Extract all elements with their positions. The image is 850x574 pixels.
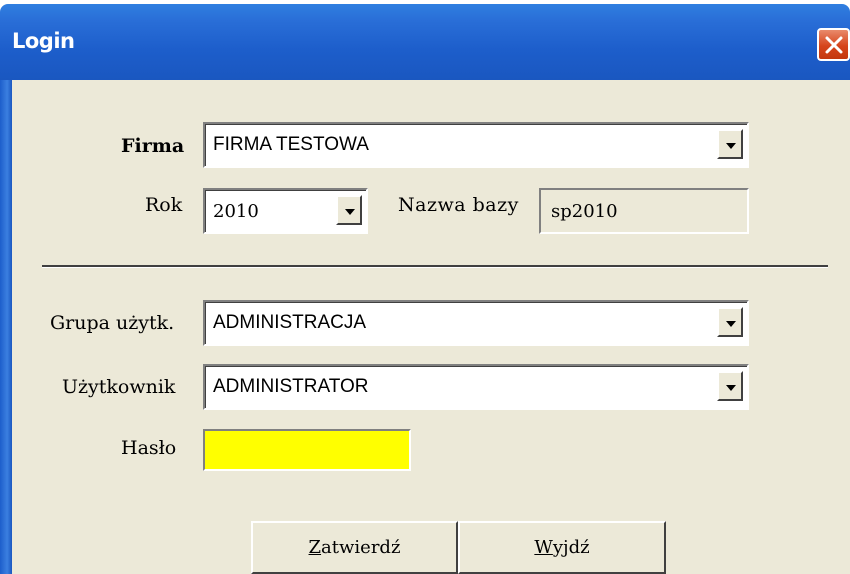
chevron-down-icon — [726, 321, 736, 327]
confirm-mnemonic: Z — [308, 537, 322, 558]
rok-label: Rok — [145, 194, 183, 216]
grupa-label: Grupa użytk. — [50, 312, 175, 334]
chevron-down-icon — [726, 143, 736, 149]
chevron-down-icon — [345, 209, 355, 215]
title-bar[interactable]: Login — [0, 4, 850, 80]
close-icon — [825, 36, 843, 54]
exit-label: yjdź — [552, 537, 590, 558]
uzytkownik-label: Użytkownik — [62, 376, 176, 398]
firma-value: FIRMA TESTOWA — [213, 134, 369, 155]
firma-select[interactable]: FIRMA TESTOWA — [203, 122, 749, 168]
login-dialog: Login Firma FIRMA TESTOWA Rok 2010 Nazwa… — [0, 4, 850, 574]
firma-label: Firma — [121, 135, 185, 157]
confirm-label: atwierdź — [321, 537, 401, 558]
exit-button[interactable]: Wyjdź — [458, 521, 666, 574]
password-field[interactable] — [203, 429, 411, 471]
window-title: Login — [12, 29, 75, 53]
grupa-value: ADMINISTRACJA — [213, 312, 367, 333]
uzytkownik-select[interactable]: ADMINISTRATOR — [203, 364, 749, 410]
nazwa-bazy-field: sp2010 — [539, 188, 749, 234]
nazwa-bazy-value: sp2010 — [551, 200, 618, 222]
rok-dropdown-button[interactable] — [336, 195, 362, 225]
nazwa-bazy-label: Nazwa bazy — [398, 194, 519, 216]
chevron-down-icon — [726, 385, 736, 391]
exit-mnemonic: W — [534, 537, 553, 558]
rok-select[interactable]: 2010 — [203, 188, 368, 234]
uzytkownik-value: ADMINISTRATOR — [213, 376, 369, 397]
window-frame — [0, 80, 12, 574]
grupa-select[interactable]: ADMINISTRACJA — [203, 300, 749, 346]
haslo-label: Hasło — [121, 437, 177, 459]
confirm-button[interactable]: Zatwierdź — [251, 521, 458, 574]
close-button[interactable] — [817, 28, 850, 61]
separator — [42, 265, 828, 268]
firma-dropdown-button[interactable] — [717, 129, 743, 159]
grupa-dropdown-button[interactable] — [717, 307, 743, 337]
rok-value: 2010 — [213, 200, 259, 222]
uzytkownik-dropdown-button[interactable] — [717, 371, 743, 401]
